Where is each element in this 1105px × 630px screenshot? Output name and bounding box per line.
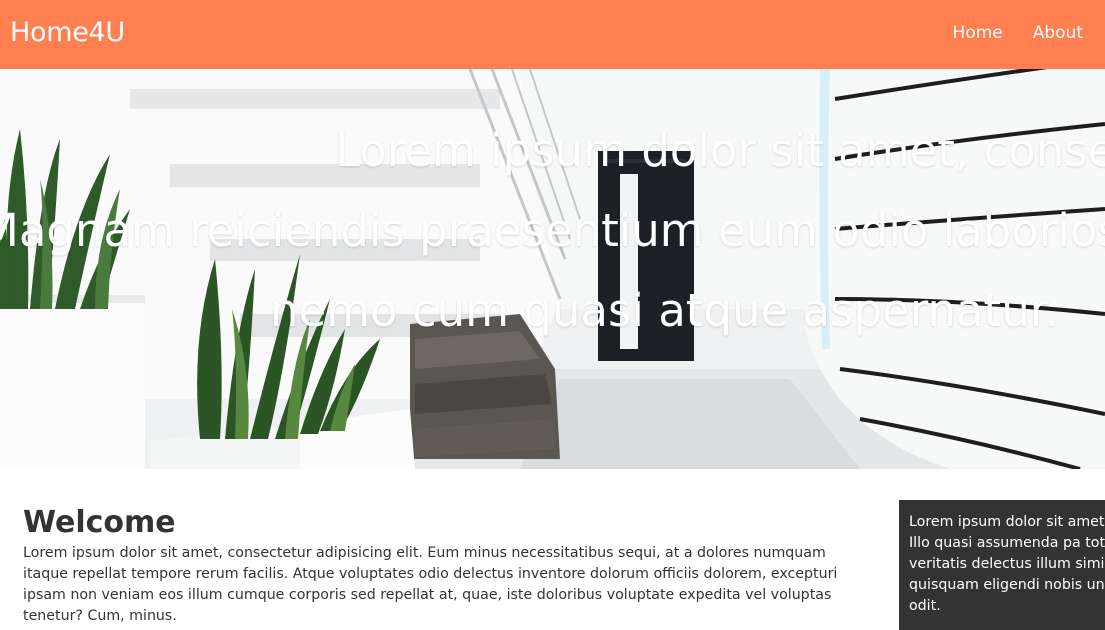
- nav-link-about[interactable]: About: [1033, 23, 1083, 43]
- sidebar-text: Lorem ipsum dolor sit amet elit. Illo qu…: [909, 514, 1105, 614]
- nav-link-home[interactable]: Home: [953, 23, 1003, 43]
- welcome-heading: Welcome: [23, 505, 176, 540]
- navbar: Home4U Home About: [0, 0, 1105, 69]
- hero-line-2: Magnam reiciendis praesentium eum odio l…: [0, 204, 1105, 257]
- welcome-paragraph: Lorem ipsum dolor sit amet, consectetur …: [23, 545, 838, 624]
- main-content: Welcome Lorem ipsum dolor sit amet, cons…: [23, 503, 868, 627]
- hero-line-1: Lorem ipsum dolor sit amet, consectetur …: [335, 124, 1105, 177]
- hero-headline: Lorem ipsum dolor sit amet, consectetur …: [0, 111, 1105, 351]
- hero-banner: Lorem ipsum dolor sit amet, consectetur …: [0, 69, 1105, 469]
- nav-links: Home About: [923, 23, 1083, 43]
- brand-logo[interactable]: Home4U: [10, 17, 125, 48]
- sidebar-box: Lorem ipsum dolor sit amet elit. Illo qu…: [899, 500, 1105, 630]
- hero-line-3: nemo cum quasi atque aspernatur.: [270, 284, 1059, 337]
